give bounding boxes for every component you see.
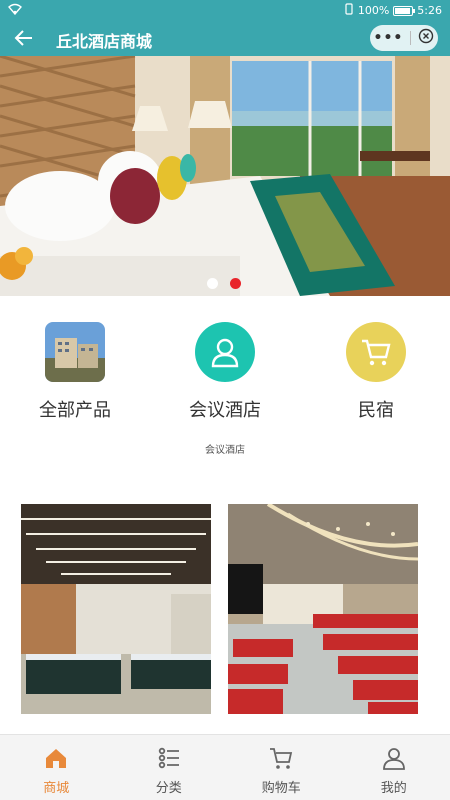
home-icon [43, 745, 69, 771]
cart-icon [268, 745, 294, 771]
capsule-divider [410, 31, 412, 45]
product-card[interactable] [228, 504, 418, 714]
carousel-dot-active[interactable] [230, 278, 241, 289]
category-conference-hotel[interactable]: 会议酒店 [155, 322, 295, 422]
tab-mine[interactable]: 我的 [338, 735, 450, 800]
product-card[interactable] [21, 504, 211, 714]
hotel-room-photo [0, 56, 450, 296]
tab-category[interactable]: 分类 [113, 735, 226, 800]
miniapp-capsule: ••• [370, 25, 438, 51]
user-icon [381, 745, 407, 771]
section-caption: 会议酒店 [205, 445, 245, 456]
battery-icon [393, 5, 416, 16]
back-arrow-icon[interactable] [12, 26, 36, 50]
wifi-icon [8, 3, 22, 18]
conference-hall-photo [21, 504, 211, 714]
banner-carousel[interactable] [0, 56, 450, 296]
cart-icon [346, 322, 406, 382]
tab-label: 分类 [155, 781, 182, 796]
close-miniapp-icon[interactable] [418, 28, 434, 48]
page-title: 丘北酒店商城 [56, 32, 153, 51]
battery-percent: 100% [357, 4, 390, 17]
category-label: 民宿 [358, 400, 394, 421]
carousel-dot[interactable] [207, 278, 218, 289]
list-icon [156, 745, 182, 771]
status-bar: 100% 5:26 [0, 0, 450, 20]
category-label: 会议酒店 [189, 400, 261, 421]
tab-cart[interactable]: 购物车 [225, 735, 338, 800]
tab-label: 购物车 [261, 781, 301, 796]
tab-label: 我的 [380, 781, 407, 796]
carousel-indicator [207, 278, 241, 289]
tab-label: 商城 [43, 781, 70, 796]
more-button[interactable]: ••• [374, 30, 404, 46]
category-all-products[interactable]: 全部产品 [5, 322, 145, 422]
auditorium-photo [228, 504, 418, 714]
nav-header: 丘北酒店商城 ••• [0, 20, 450, 56]
bottom-tab-bar: 商城 分类 购物车 我的 [0, 734, 450, 800]
person-icon [195, 322, 255, 382]
vibrate-icon [344, 3, 354, 18]
category-label: 全部产品 [39, 400, 111, 421]
clock: 5:26 [417, 4, 442, 17]
hotel-photo-icon [45, 322, 105, 382]
tab-mall[interactable]: 商城 [0, 735, 113, 800]
category-homestay[interactable]: 民宿 [306, 322, 446, 422]
